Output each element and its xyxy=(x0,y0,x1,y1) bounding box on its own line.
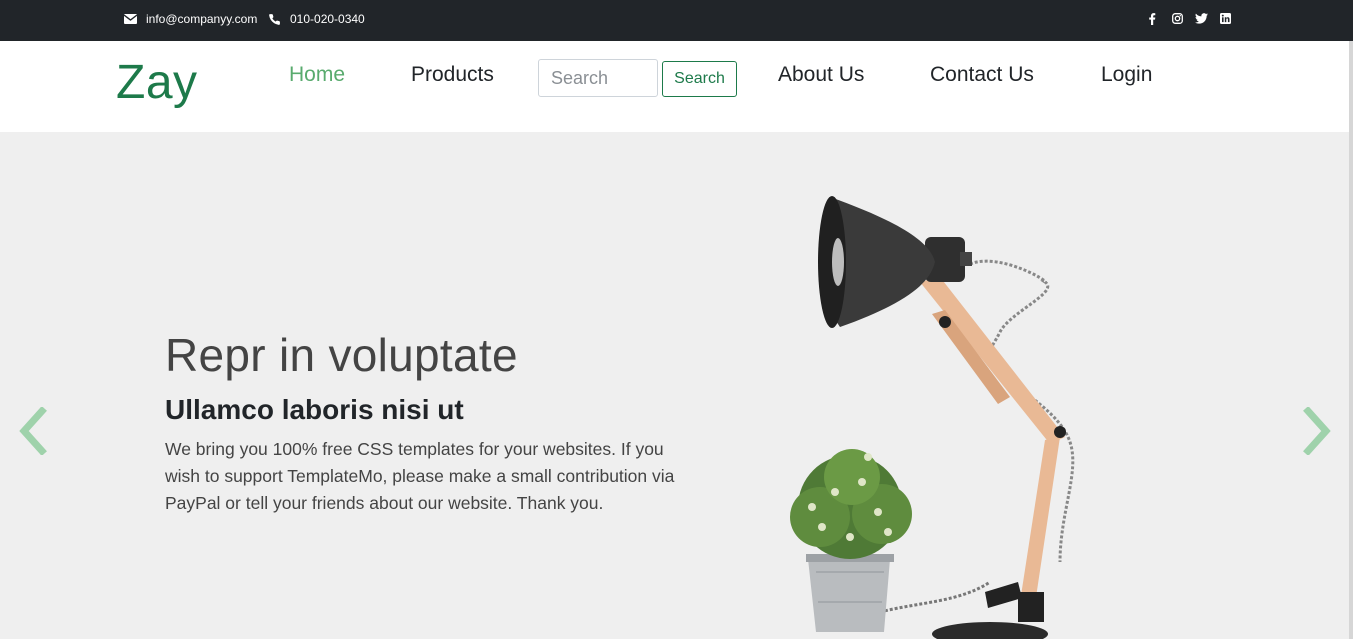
phone-contact[interactable]: 010-020-0340 xyxy=(268,12,365,26)
search-button[interactable]: Search xyxy=(662,61,737,97)
carousel-prev-button[interactable] xyxy=(16,406,50,456)
top-info-bar: info@companyy.com 010-020-0340 xyxy=(0,0,1353,41)
carousel-next-button[interactable] xyxy=(1302,406,1336,456)
hero-carousel: Repr in voluptate Ullamco laboris nisi u… xyxy=(0,132,1353,639)
instagram-icon[interactable] xyxy=(1172,13,1183,27)
phone-icon xyxy=(269,13,280,25)
facebook-icon[interactable] xyxy=(1148,13,1156,28)
twitter-icon[interactable] xyxy=(1195,13,1208,27)
hero-subtitle: Ullamco laboris nisi ut xyxy=(165,394,464,425)
main-navbar: Zay Home Products Search About Us Contac… xyxy=(0,41,1353,132)
nav-link-about-us[interactable]: About Us xyxy=(778,63,864,87)
nav-link-products[interactable]: Products xyxy=(411,63,494,87)
email-contact[interactable]: info@companyy.com xyxy=(124,12,257,26)
brand-logo[interactable]: Zay xyxy=(116,55,198,110)
chevron-left-icon xyxy=(19,406,47,456)
envelope-icon xyxy=(124,14,137,24)
hero-description: We bring you 100% free CSS templates for… xyxy=(165,439,675,513)
nav-link-contact-us[interactable]: Contact Us xyxy=(930,63,1034,87)
lamp-plant-image xyxy=(790,196,1075,639)
page-scrollbar[interactable] xyxy=(1349,41,1353,639)
phone-text: 010-020-0340 xyxy=(290,12,365,26)
chevron-right-icon xyxy=(1303,406,1331,456)
linkedin-icon[interactable] xyxy=(1220,13,1231,27)
hero-title: Repr in voluptate xyxy=(165,329,518,381)
nav-link-login[interactable]: Login xyxy=(1101,63,1152,87)
nav-link-home[interactable]: Home xyxy=(289,63,345,87)
email-text: info@companyy.com xyxy=(146,12,258,26)
search-input[interactable] xyxy=(538,59,658,97)
